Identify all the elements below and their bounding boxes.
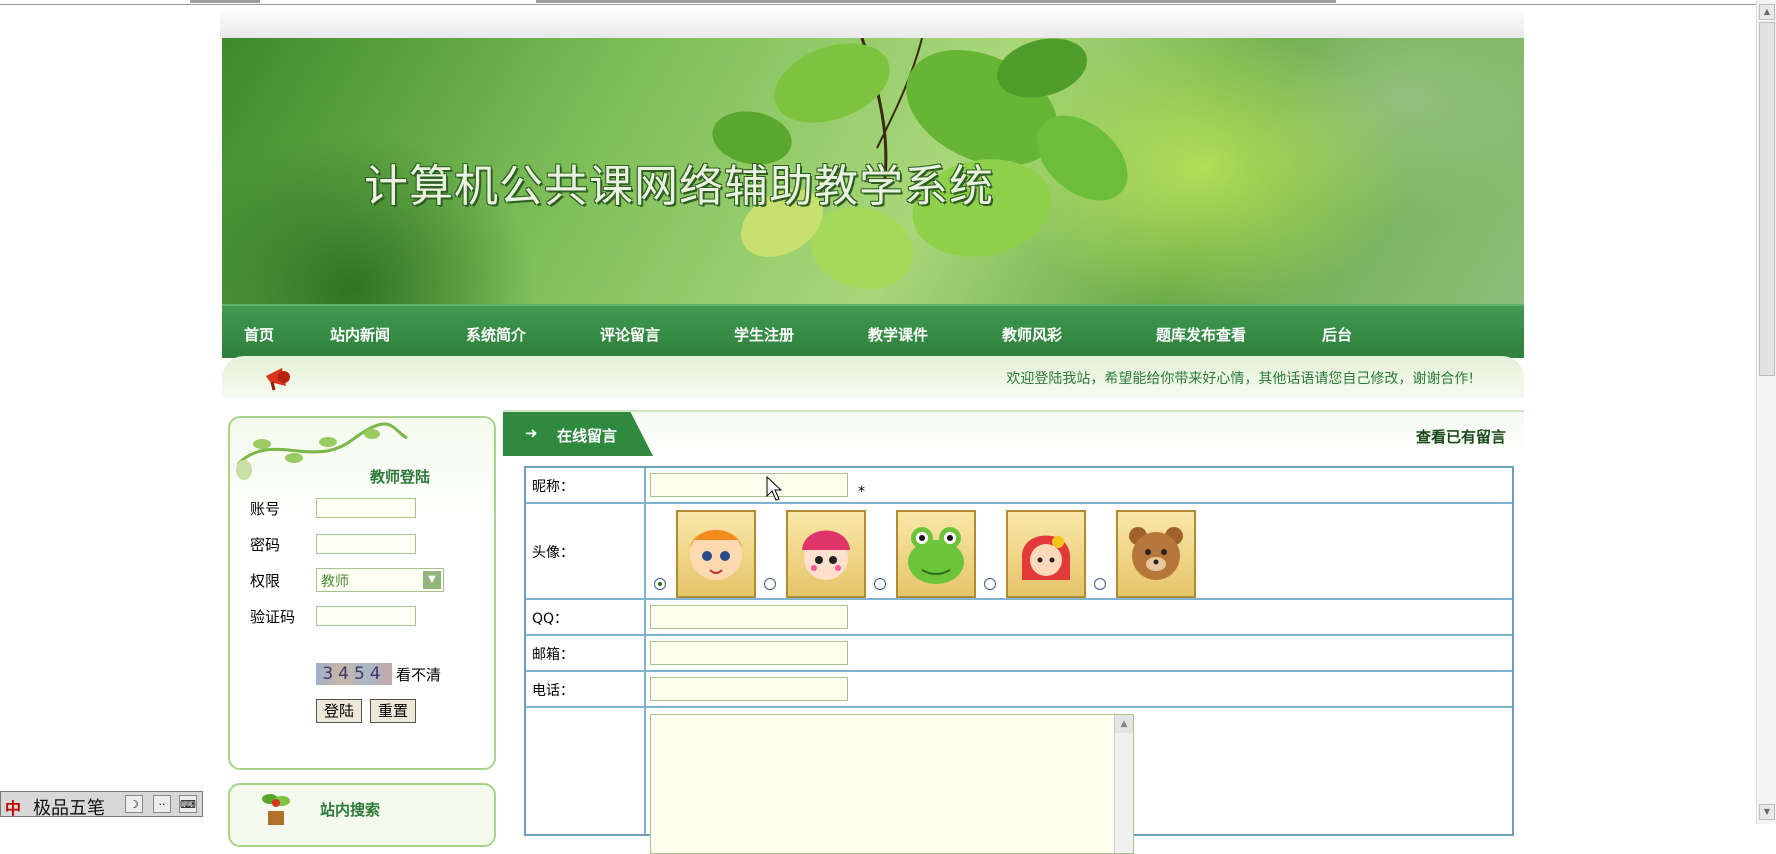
search-panel-title: 站内搜索 bbox=[320, 801, 381, 819]
role-select[interactable]: 教师 ▼ bbox=[316, 568, 444, 592]
phone-input[interactable] bbox=[650, 677, 848, 701]
account-label: 账号 bbox=[250, 500, 281, 518]
message-tab-bar: ➜ 在线留言 查看已有留言 bbox=[503, 410, 1524, 456]
email-input[interactable] bbox=[650, 641, 848, 665]
ime-logo-icon[interactable]: 中 bbox=[5, 795, 21, 819]
email-label: 邮箱： bbox=[532, 647, 574, 663]
top-strip bbox=[220, 8, 1524, 38]
nickname-label: 昵称： bbox=[532, 479, 574, 495]
role-label: 权限 bbox=[250, 572, 281, 590]
view-messages-link[interactable]: 查看已有留言 bbox=[1416, 426, 1506, 447]
window-scrollbar[interactable]: ▲ ▼ bbox=[1756, 0, 1776, 824]
scroll-down-icon[interactable]: ▼ bbox=[1759, 804, 1775, 820]
nickname-input[interactable] bbox=[650, 473, 848, 497]
password-input[interactable] bbox=[316, 534, 416, 554]
red-hood-kid-avatar[interactable] bbox=[1006, 510, 1086, 598]
nav-courseware[interactable]: 教学课件 bbox=[868, 324, 928, 345]
page-container: 计算机公共课网络辅助教学系统 首页 站内新闻 系统简介 评论留言 学生注册 教学… bbox=[220, 8, 1524, 854]
nav-home[interactable]: 首页 bbox=[244, 324, 274, 345]
notice-bar: 欢迎登陆我站，希望能给你带来好心情，其他话语请您自己修改，谢谢合作! bbox=[222, 356, 1524, 398]
moon-icon[interactable]: ☽ bbox=[125, 795, 143, 813]
required-mark: * bbox=[858, 484, 865, 500]
keyboard-icon[interactable]: ⌨ bbox=[179, 795, 197, 813]
reset-button[interactable]: 重置 bbox=[370, 699, 416, 723]
qq-label: QQ： bbox=[532, 611, 569, 627]
nickname-row: 昵称： * bbox=[526, 468, 1512, 504]
avatar-radio-3[interactable] bbox=[874, 578, 886, 590]
scroll-up-icon[interactable]: ▲ bbox=[1759, 4, 1775, 20]
content-row: ▲ bbox=[526, 708, 1512, 854]
avatar-radio-2[interactable] bbox=[764, 578, 776, 590]
nav-comments[interactable]: 评论留言 bbox=[600, 324, 660, 345]
site-search-panel: 站内搜索 bbox=[228, 783, 496, 847]
nav-admin[interactable]: 后台 bbox=[1322, 324, 1352, 345]
phone-label: 电话： bbox=[532, 683, 574, 699]
ime-toolbar: 中 极品五笔 ☽ ·· ⌨ bbox=[0, 791, 203, 820]
pink-helmet-girl-avatar[interactable] bbox=[786, 510, 866, 598]
avatar-radio-1[interactable] bbox=[654, 578, 666, 590]
tab-label: 在线留言 bbox=[557, 427, 618, 445]
chevron-down-icon[interactable]: ▼ bbox=[423, 571, 441, 589]
potted-plant-icon bbox=[262, 794, 290, 825]
captcha-label: 验证码 bbox=[250, 608, 296, 626]
teacher-login-panel: 教师登陆 账号 密码 权限 教师 ▼ 验证码 3454 看不清 登陆 重置 bbox=[228, 416, 496, 770]
account-input[interactable] bbox=[316, 498, 416, 518]
message-textarea[interactable]: ▲ bbox=[650, 714, 1134, 854]
avatar-row: 头像： bbox=[526, 504, 1512, 600]
message-form: 昵称： * 头像： QQ： 邮箱： 电话： ▲ bbox=[524, 466, 1514, 854]
nav-news[interactable]: 站内新闻 bbox=[330, 324, 390, 345]
nav-teachers[interactable]: 教师风彩 bbox=[1002, 324, 1062, 345]
captcha-refresh-link[interactable]: 看不清 bbox=[396, 664, 441, 685]
punctuation-icon[interactable]: ·· bbox=[153, 795, 171, 813]
role-select-value: 教师 bbox=[321, 574, 349, 590]
header-banner: 计算机公共课网络辅助教学系统 bbox=[222, 38, 1524, 304]
avatar-label: 头像： bbox=[532, 545, 574, 561]
mouse-cursor-icon bbox=[766, 476, 782, 501]
content-label-cell bbox=[526, 708, 646, 834]
password-label: 密码 bbox=[250, 536, 281, 554]
scroll-up-icon[interactable]: ▲ bbox=[1115, 715, 1133, 733]
phone-row: 电话： bbox=[526, 672, 1512, 708]
captcha-input[interactable] bbox=[316, 606, 416, 626]
login-title: 教师登陆 bbox=[370, 468, 431, 486]
teddy-bear-avatar[interactable] bbox=[1116, 510, 1196, 598]
main-nav: 首页 站内新闻 系统简介 评论留言 学生注册 教学课件 教师风彩 题库发布查看 … bbox=[222, 304, 1524, 358]
window-top-edge bbox=[0, 0, 1776, 5]
arrow-right-icon: ➜ bbox=[525, 424, 538, 442]
avatar-radio-5[interactable] bbox=[1094, 578, 1106, 590]
nav-question-bank[interactable]: 题库发布查看 bbox=[1156, 324, 1246, 345]
site-title: 计算机公共课网络辅助教学系统 bbox=[364, 161, 994, 212]
email-row: 邮箱： bbox=[526, 636, 1512, 672]
scroll-thumb[interactable] bbox=[1759, 22, 1775, 376]
orange-hair-girl-avatar[interactable] bbox=[676, 510, 756, 598]
megaphone-icon bbox=[266, 368, 290, 391]
notice-text: 欢迎登陆我站，希望能给你带来好心情，其他话语请您自己修改，谢谢合作! bbox=[1006, 371, 1474, 387]
login-button[interactable]: 登陆 bbox=[316, 699, 362, 723]
captcha-image: 3454 bbox=[316, 663, 392, 685]
nav-register[interactable]: 学生注册 bbox=[734, 324, 794, 345]
ime-name[interactable]: 极品五笔 bbox=[33, 794, 105, 820]
nav-intro[interactable]: 系统简介 bbox=[466, 324, 526, 345]
qq-input[interactable] bbox=[650, 605, 848, 629]
avatar-radio-4[interactable] bbox=[984, 578, 996, 590]
frog-avatar[interactable] bbox=[896, 510, 976, 598]
textarea-scrollbar[interactable]: ▲ bbox=[1114, 715, 1133, 853]
tab-online-message[interactable]: ➜ 在线留言 bbox=[503, 412, 653, 456]
qq-row: QQ： bbox=[526, 600, 1512, 636]
